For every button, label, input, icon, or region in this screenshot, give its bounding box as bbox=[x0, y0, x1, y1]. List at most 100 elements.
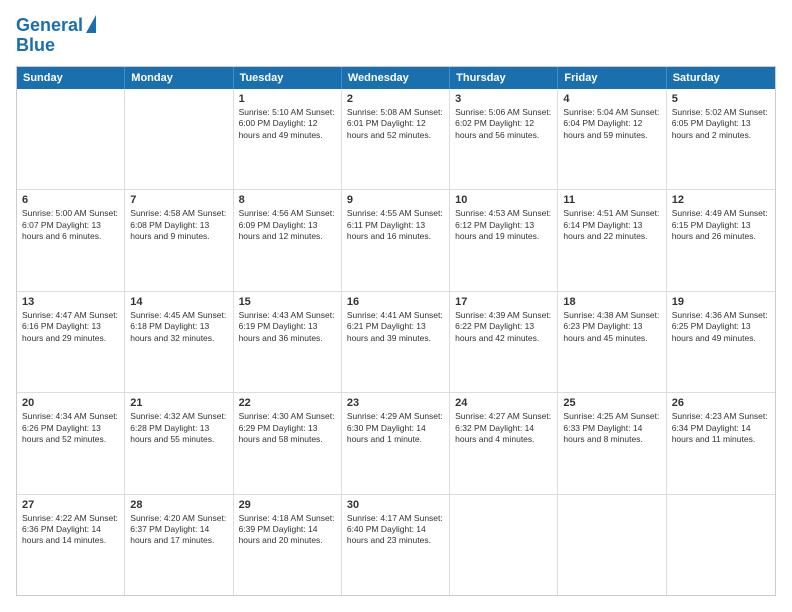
cell-info-text: Sunrise: 4:17 AM Sunset: 6:40 PM Dayligh… bbox=[347, 513, 444, 547]
calendar-cell-day-14: 14 Sunrise: 4:45 AM Sunset: 6:18 PM Dayli… bbox=[125, 292, 233, 392]
calendar-cell-day-4: 4Sunrise: 5:04 AM Sunset: 6:04 PM Daylig… bbox=[558, 89, 666, 189]
day-number: 2 bbox=[347, 93, 444, 105]
calendar-row-4: 27 Sunrise: 4:22 AM Sunset: 6:36 PM Dayli… bbox=[17, 495, 775, 595]
calendar-cell-day-8: 8Sunrise: 4:56 AM Sunset: 6:09 PM Daylig… bbox=[234, 190, 342, 290]
cell-info-text: Sunrise: 4:45 AM Sunset: 6:18 PM Dayligh… bbox=[130, 310, 227, 344]
cell-info-text: Sunrise: 4:43 AM Sunset: 6:19 PM Dayligh… bbox=[239, 310, 336, 344]
day-number: 26 bbox=[672, 397, 770, 409]
calendar-cell-day-18: 18 Sunrise: 4:38 AM Sunset: 6:23 PM Dayli… bbox=[558, 292, 666, 392]
calendar-cell-day-1: 1 Sunrise: 5:10 AM Sunset: 6:00 PM Daylig… bbox=[234, 89, 342, 189]
page: General Blue SundayMondayTuesdayWednesda… bbox=[0, 0, 792, 612]
day-number: 14 bbox=[130, 296, 227, 308]
cell-info-text: Sunrise: 4:55 AM Sunset: 6:11 PM Dayligh… bbox=[347, 208, 444, 242]
cell-info-text: Sunrise: 5:00 AM Sunset: 6:07 PM Dayligh… bbox=[22, 208, 119, 242]
day-number: 29 bbox=[239, 499, 336, 511]
logo-text-line2: Blue bbox=[16, 35, 55, 55]
calendar-cell-day-22: 22Sunrise: 4:30 AM Sunset: 6:29 PM Dayli… bbox=[234, 393, 342, 493]
cell-info-text: Sunrise: 4:41 AM Sunset: 6:21 PM Dayligh… bbox=[347, 310, 444, 344]
logo-text-line1: General bbox=[16, 16, 83, 36]
calendar-cell-day-20: 20 Sunrise: 4:34 AM Sunset: 6:26 PM Dayli… bbox=[17, 393, 125, 493]
calendar-cell-day-10: 10 Sunrise: 4:53 AM Sunset: 6:12 PM Dayli… bbox=[450, 190, 558, 290]
calendar-cell-day-19: 19 Sunrise: 4:36 AM Sunset: 6:25 PM Dayli… bbox=[667, 292, 775, 392]
day-number: 20 bbox=[22, 397, 119, 409]
cell-info-text: Sunrise: 4:20 AM Sunset: 6:37 PM Dayligh… bbox=[130, 513, 227, 547]
cell-info-text: Sunrise: 4:29 AM Sunset: 6:30 PM Dayligh… bbox=[347, 411, 444, 445]
calendar-row-1: 6 Sunrise: 5:00 AM Sunset: 6:07 PM Daylig… bbox=[17, 190, 775, 291]
calendar-cell-empty-0-0 bbox=[17, 89, 125, 189]
calendar-cell-empty-4-5 bbox=[558, 495, 666, 595]
calendar-cell-day-23: 23 Sunrise: 4:29 AM Sunset: 6:30 PM Dayli… bbox=[342, 393, 450, 493]
cell-info-text: Sunrise: 4:32 AM Sunset: 6:28 PM Dayligh… bbox=[130, 411, 227, 445]
calendar-cell-empty-0-1 bbox=[125, 89, 233, 189]
day-number: 12 bbox=[672, 194, 770, 206]
day-number: 10 bbox=[455, 194, 552, 206]
calendar-cell-day-27: 27 Sunrise: 4:22 AM Sunset: 6:36 PM Dayli… bbox=[17, 495, 125, 595]
cell-info-text: Sunrise: 4:27 AM Sunset: 6:32 PM Dayligh… bbox=[455, 411, 552, 445]
header-day-sunday: Sunday bbox=[17, 67, 125, 89]
calendar-cell-day-11: 11Sunrise: 4:51 AM Sunset: 6:14 PM Dayli… bbox=[558, 190, 666, 290]
calendar-cell-day-6: 6 Sunrise: 5:00 AM Sunset: 6:07 PM Daylig… bbox=[17, 190, 125, 290]
calendar-cell-day-17: 17 Sunrise: 4:39 AM Sunset: 6:22 PM Dayli… bbox=[450, 292, 558, 392]
cell-info-text: Sunrise: 4:51 AM Sunset: 6:14 PM Dayligh… bbox=[563, 208, 660, 242]
calendar: SundayMondayTuesdayWednesdayThursdayFrid… bbox=[16, 66, 776, 596]
cell-info-text: Sunrise: 4:18 AM Sunset: 6:39 PM Dayligh… bbox=[239, 513, 336, 547]
cell-info-text: Sunrise: 4:38 AM Sunset: 6:23 PM Dayligh… bbox=[563, 310, 660, 344]
cell-info-text: Sunrise: 5:10 AM Sunset: 6:00 PM Dayligh… bbox=[239, 107, 336, 141]
day-number: 7 bbox=[130, 194, 227, 206]
day-number: 13 bbox=[22, 296, 119, 308]
header-day-saturday: Saturday bbox=[667, 67, 775, 89]
day-number: 19 bbox=[672, 296, 770, 308]
day-number: 25 bbox=[563, 397, 660, 409]
cell-info-text: Sunrise: 5:06 AM Sunset: 6:02 PM Dayligh… bbox=[455, 107, 552, 141]
calendar-body: 1 Sunrise: 5:10 AM Sunset: 6:00 PM Daylig… bbox=[17, 89, 775, 595]
cell-info-text: Sunrise: 4:34 AM Sunset: 6:26 PM Dayligh… bbox=[22, 411, 119, 445]
cell-info-text: Sunrise: 4:47 AM Sunset: 6:16 PM Dayligh… bbox=[22, 310, 119, 344]
header-day-thursday: Thursday bbox=[450, 67, 558, 89]
calendar-cell-day-3: 3Sunrise: 5:06 AM Sunset: 6:02 PM Daylig… bbox=[450, 89, 558, 189]
calendar-row-0: 1 Sunrise: 5:10 AM Sunset: 6:00 PM Daylig… bbox=[17, 89, 775, 190]
cell-info-text: Sunrise: 5:02 AM Sunset: 6:05 PM Dayligh… bbox=[672, 107, 770, 141]
day-number: 30 bbox=[347, 499, 444, 511]
day-number: 6 bbox=[22, 194, 119, 206]
cell-info-text: Sunrise: 4:49 AM Sunset: 6:15 PM Dayligh… bbox=[672, 208, 770, 242]
cell-info-text: Sunrise: 5:04 AM Sunset: 6:04 PM Dayligh… bbox=[563, 107, 660, 141]
calendar-cell-day-13: 13 Sunrise: 4:47 AM Sunset: 6:16 PM Dayli… bbox=[17, 292, 125, 392]
header: General Blue bbox=[16, 16, 776, 56]
day-number: 18 bbox=[563, 296, 660, 308]
calendar-header: SundayMondayTuesdayWednesdayThursdayFrid… bbox=[17, 67, 775, 89]
calendar-cell-day-24: 24Sunrise: 4:27 AM Sunset: 6:32 PM Dayli… bbox=[450, 393, 558, 493]
calendar-cell-day-5: 5Sunrise: 5:02 AM Sunset: 6:05 PM Daylig… bbox=[667, 89, 775, 189]
calendar-cell-empty-4-6 bbox=[667, 495, 775, 595]
day-number: 17 bbox=[455, 296, 552, 308]
cell-info-text: Sunrise: 4:25 AM Sunset: 6:33 PM Dayligh… bbox=[563, 411, 660, 445]
calendar-cell-day-16: 16 Sunrise: 4:41 AM Sunset: 6:21 PM Dayli… bbox=[342, 292, 450, 392]
calendar-cell-day-30: 30 Sunrise: 4:17 AM Sunset: 6:40 PM Dayli… bbox=[342, 495, 450, 595]
header-day-monday: Monday bbox=[125, 67, 233, 89]
calendar-cell-day-7: 7Sunrise: 4:58 AM Sunset: 6:08 PM Daylig… bbox=[125, 190, 233, 290]
day-number: 27 bbox=[22, 499, 119, 511]
cell-info-text: Sunrise: 4:23 AM Sunset: 6:34 PM Dayligh… bbox=[672, 411, 770, 445]
day-number: 1 bbox=[239, 93, 336, 105]
day-number: 16 bbox=[347, 296, 444, 308]
cell-info-text: Sunrise: 4:39 AM Sunset: 6:22 PM Dayligh… bbox=[455, 310, 552, 344]
header-day-tuesday: Tuesday bbox=[234, 67, 342, 89]
calendar-cell-day-28: 28Sunrise: 4:20 AM Sunset: 6:37 PM Dayli… bbox=[125, 495, 233, 595]
day-number: 23 bbox=[347, 397, 444, 409]
calendar-cell-empty-4-4 bbox=[450, 495, 558, 595]
day-number: 21 bbox=[130, 397, 227, 409]
day-number: 9 bbox=[347, 194, 444, 206]
cell-info-text: Sunrise: 4:22 AM Sunset: 6:36 PM Dayligh… bbox=[22, 513, 119, 547]
logo: General Blue bbox=[16, 16, 96, 56]
day-number: 8 bbox=[239, 194, 336, 206]
calendar-cell-day-21: 21 Sunrise: 4:32 AM Sunset: 6:28 PM Dayli… bbox=[125, 393, 233, 493]
cell-info-text: Sunrise: 4:36 AM Sunset: 6:25 PM Dayligh… bbox=[672, 310, 770, 344]
cell-info-text: Sunrise: 5:08 AM Sunset: 6:01 PM Dayligh… bbox=[347, 107, 444, 141]
calendar-cell-day-2: 2 Sunrise: 5:08 AM Sunset: 6:01 PM Daylig… bbox=[342, 89, 450, 189]
calendar-cell-day-15: 15 Sunrise: 4:43 AM Sunset: 6:19 PM Dayli… bbox=[234, 292, 342, 392]
calendar-row-3: 20 Sunrise: 4:34 AM Sunset: 6:26 PM Dayli… bbox=[17, 393, 775, 494]
cell-info-text: Sunrise: 4:53 AM Sunset: 6:12 PM Dayligh… bbox=[455, 208, 552, 242]
calendar-cell-day-9: 9 Sunrise: 4:55 AM Sunset: 6:11 PM Daylig… bbox=[342, 190, 450, 290]
calendar-cell-day-12: 12 Sunrise: 4:49 AM Sunset: 6:15 PM Dayli… bbox=[667, 190, 775, 290]
day-number: 15 bbox=[239, 296, 336, 308]
calendar-cell-day-25: 25 Sunrise: 4:25 AM Sunset: 6:33 PM Dayli… bbox=[558, 393, 666, 493]
